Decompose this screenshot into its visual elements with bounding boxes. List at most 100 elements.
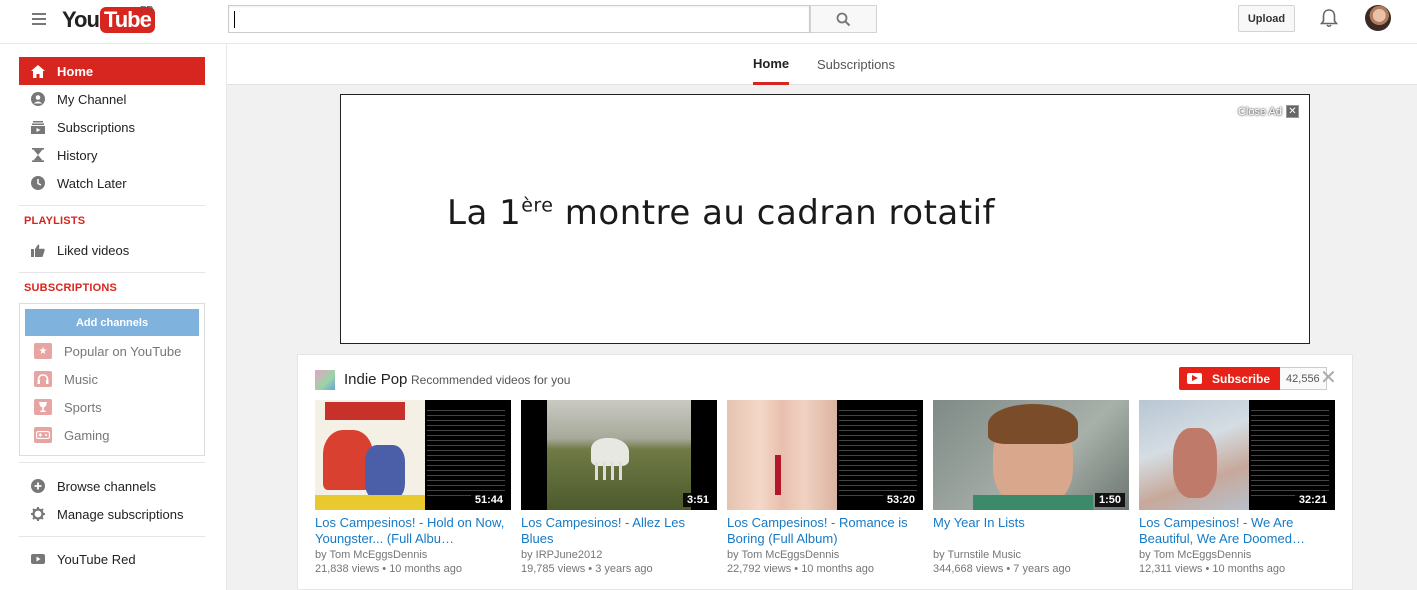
banner-ad[interactable]: La 1ère montre au cadran rotatif Close A… — [340, 94, 1310, 344]
video-title[interactable]: Los Campesinos! - Allez Les Blues — [521, 515, 717, 547]
search-button[interactable] — [810, 5, 877, 33]
ad-text-after: montre au cadran rotatif — [553, 193, 995, 233]
subscribe-control: Subscribe 42,556 — [1179, 367, 1327, 390]
sidebar-item-youtube-red[interactable]: YouTube Red — [19, 545, 205, 573]
channel-label: Music — [64, 371, 98, 387]
video-card: 1:50 My Year In Lists by Turnstile Music… — [933, 400, 1129, 575]
plus-circle-icon — [31, 479, 45, 493]
video-age: 10 months ago — [801, 563, 874, 575]
album-art — [315, 400, 425, 510]
playlists-header: PLAYLISTS — [24, 215, 86, 227]
video-age: 10 months ago — [389, 563, 462, 575]
subscriptions-box: Add channels ★ Popular on YouTube Music … — [19, 303, 205, 456]
video-age: 3 years ago — [595, 563, 653, 575]
video-duration: 32:21 — [1294, 493, 1331, 507]
video-thumbnail[interactable]: 3:51 — [521, 400, 717, 510]
subscriptions-header: SUBSCRIPTIONS — [24, 282, 118, 294]
tab-home[interactable]: Home — [753, 44, 790, 85]
video-duration: 3:51 — [682, 493, 713, 507]
dismiss-shelf-icon[interactable]: ✕ — [1320, 368, 1337, 388]
sidebar-item-label: Home — [57, 63, 94, 79]
thumbs-up-icon — [31, 243, 45, 257]
sidebar-item-history[interactable]: History — [19, 141, 205, 169]
close-ad-button[interactable]: Close Ad ✕ — [1238, 105, 1299, 118]
video-duration: 51:44 — [470, 493, 507, 507]
subscriptions-icon — [31, 120, 45, 134]
video-views: 344,668 views — [933, 563, 1004, 575]
video-duration: 53:20 — [882, 493, 919, 507]
channel-music[interactable]: Music — [34, 369, 98, 389]
video-age: 10 months ago — [1212, 563, 1286, 575]
shelf-title[interactable]: Indie Pop — [344, 371, 407, 388]
sidebar-item-manage-subscriptions[interactable]: Manage subscriptions — [19, 500, 205, 528]
video-channel[interactable]: by Turnstile Music — [933, 549, 1129, 561]
video-card: 51:44 Los Campesinos! - Hold on Now, You… — [315, 400, 511, 575]
divider — [19, 462, 205, 463]
sidebar-item-label: Manage subscriptions — [57, 506, 184, 522]
sidebar-item-browse-channels[interactable]: Browse channels — [19, 472, 205, 500]
video-age: 7 years ago — [1013, 563, 1071, 575]
ad-text-superscript: ère — [521, 194, 554, 217]
video-duration: 1:50 — [1094, 493, 1125, 507]
ad-text-before: La 1 — [447, 193, 522, 233]
video-meta: 22,792 views • 10 months ago — [727, 563, 874, 575]
feed-tabs: Home Subscriptions — [227, 44, 1417, 85]
youtube-logo[interactable]: You Tube FR — [62, 5, 155, 35]
menu-icon[interactable] — [32, 13, 46, 25]
video-title[interactable]: Los Campesinos! - Hold on Now, Youngster… — [315, 515, 511, 547]
horse-legs — [595, 462, 625, 480]
video-title[interactable]: Los Campesinos! - Romance is Boring (Ful… — [727, 515, 923, 547]
sidebar-item-liked-videos[interactable]: Liked videos — [19, 236, 205, 264]
sidebar-item-label: Liked videos — [57, 242, 130, 258]
channel-popular-on-youtube[interactable]: ★ Popular on YouTube — [34, 341, 181, 361]
gear-icon — [31, 507, 45, 521]
video-channel[interactable]: by Tom McEggsDennis — [727, 549, 923, 561]
hair — [988, 404, 1078, 444]
video-views: 12,311 views — [1139, 563, 1203, 575]
shelf-subtitle: Recommended videos for you — [411, 373, 571, 387]
album-art-stain — [775, 455, 781, 495]
channel-sports[interactable]: Sports — [34, 397, 102, 417]
subscribe-label: Subscribe — [1212, 371, 1271, 386]
region-label: FR — [140, 5, 154, 16]
channel-gaming[interactable]: Gaming — [34, 425, 110, 445]
sidebar-item-home[interactable]: Home — [19, 57, 205, 85]
home-icon — [31, 64, 45, 78]
video-channel[interactable]: by IRPJune2012 — [521, 549, 717, 561]
video-thumbnail[interactable]: 51:44 — [315, 400, 511, 510]
sidebar-item-label: Browse channels — [57, 478, 156, 494]
shelf-channel-thumbnail[interactable] — [315, 370, 335, 390]
album-art — [727, 400, 837, 510]
video-views: 22,792 views — [727, 563, 792, 575]
video-title[interactable]: My Year In Lists — [933, 515, 1129, 547]
album-art-figure — [1173, 428, 1217, 498]
video-title[interactable]: Los Campesinos! - We Are Beautiful, We A… — [1139, 515, 1335, 547]
shirt — [973, 495, 1093, 510]
video-meta: 344,668 views • 7 years ago — [933, 563, 1071, 575]
sidebar-item-label: YouTube Red — [57, 551, 136, 567]
headphones-icon — [34, 371, 52, 387]
youtube-icon — [1187, 373, 1202, 384]
subscribe-button[interactable]: Subscribe — [1179, 367, 1281, 390]
search-input[interactable] — [228, 5, 810, 33]
sidebar-item-my-channel[interactable]: My Channel — [19, 85, 205, 113]
sidebar-item-label: History — [57, 147, 98, 163]
upload-button[interactable]: Upload — [1238, 5, 1295, 32]
add-channels-button[interactable]: Add channels — [25, 309, 199, 336]
video-thumbnail[interactable]: 53:20 — [727, 400, 923, 510]
tab-subscriptions[interactable]: Subscriptions — [817, 44, 895, 85]
video-card: 53:20 Los Campesinos! - Romance is Borin… — [727, 400, 923, 575]
video-channel[interactable]: by Tom McEggsDennis — [1139, 549, 1335, 561]
divider — [19, 272, 205, 273]
sidebar-item-watch-later[interactable]: Watch Later — [19, 169, 205, 197]
ad-text: La 1ère montre au cadran rotatif — [447, 193, 995, 233]
notifications-button[interactable] — [1319, 8, 1339, 31]
close-ad-label: Close Ad — [1237, 105, 1282, 118]
avatar[interactable] — [1365, 5, 1391, 31]
video-channel[interactable]: by Tom McEggsDennis — [315, 549, 511, 561]
video-thumbnail[interactable]: 1:50 — [933, 400, 1129, 510]
video-thumbnail[interactable]: 32:21 — [1139, 400, 1335, 510]
sidebar-item-label: My Channel — [57, 91, 127, 107]
video-card: 32:21 Los Campesinos! - We Are Beautiful… — [1139, 400, 1335, 575]
sidebar-item-subscriptions[interactable]: Subscriptions — [19, 113, 205, 141]
